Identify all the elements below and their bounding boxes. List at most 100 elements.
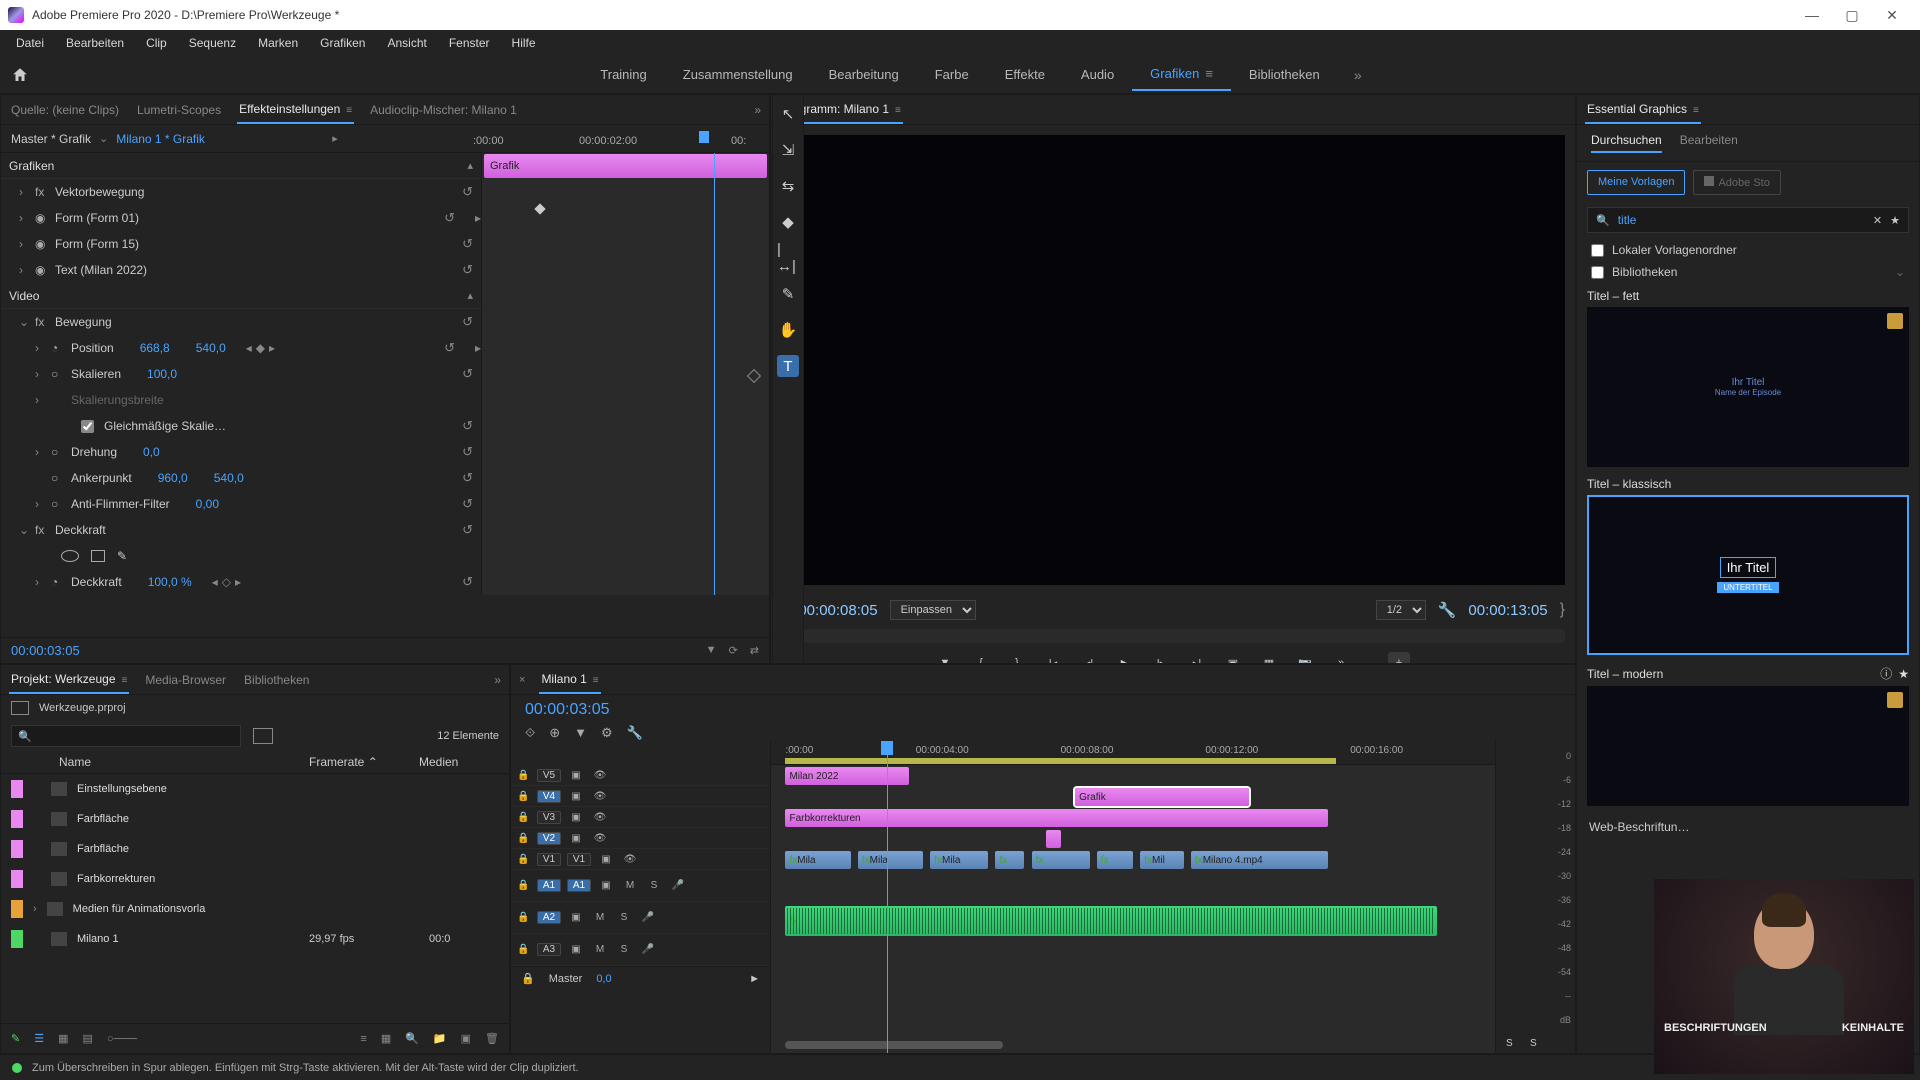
menu-hilfe[interactable]: Hilfe	[502, 32, 546, 54]
lock-icon[interactable]: 🔒	[517, 770, 531, 781]
slip-tool[interactable]: |↔|	[777, 247, 799, 269]
label-color-swatch[interactable]	[11, 840, 23, 858]
label-color-swatch[interactable]	[11, 810, 23, 828]
sort-icon[interactable]: ⌃	[368, 755, 378, 769]
marker-icon[interactable]: ▼	[574, 725, 587, 741]
razor-tool[interactable]: ◆	[777, 211, 799, 233]
track-v2[interactable]: 🔒V2▣👁	[511, 828, 770, 849]
eg-tab-edit[interactable]: Bearbeiten	[1680, 133, 1738, 153]
solo-button[interactable]: S	[645, 880, 663, 891]
ec-playhead-line[interactable]	[714, 153, 715, 595]
bypass-icon[interactable]: ⟳	[729, 644, 738, 657]
col-media[interactable]: Medien	[419, 755, 499, 769]
prop-uniform-scale[interactable]: Gleichmäßige Skalie…↺	[1, 413, 481, 439]
ec-target-label[interactable]: Milano 1 * Grafik	[116, 132, 205, 146]
filter-libraries[interactable]: Bibliotheken⌄	[1591, 265, 1905, 279]
solo-s2[interactable]: S	[1530, 1038, 1537, 1049]
chip-adobe-stock[interactable]: Adobe Sto	[1693, 170, 1780, 195]
prop-anchor[interactable]: ○Ankerpunkt960,0540,0↺	[1, 465, 481, 491]
fx-icon[interactable]: fx	[35, 185, 49, 199]
expand-icon[interactable]: ►	[749, 973, 760, 985]
resolution-select[interactable]: 1/2	[1376, 600, 1426, 620]
collapse-icon[interactable]: ▴	[467, 159, 473, 172]
maximize-button[interactable]: ▢	[1832, 3, 1872, 27]
clip-grafik[interactable]: Grafik	[1075, 788, 1249, 806]
label-color-swatch[interactable]	[11, 930, 23, 948]
prop-rotation[interactable]: ›○Drehung0,0↺	[1, 439, 481, 465]
export-frame-button[interactable]: 📷	[1296, 654, 1314, 664]
clip-v1[interactable]: fx	[1032, 851, 1090, 869]
solo-s1[interactable]: S	[1506, 1038, 1513, 1049]
clip-audio-a2[interactable]: fx	[785, 906, 1437, 936]
eye-icon[interactable]: ◉	[35, 237, 49, 251]
project-item-list[interactable]: EinstellungsebeneFarbflächeFarbflächeFar…	[1, 774, 509, 1023]
freeform-view-icon[interactable]: ▤	[83, 1032, 93, 1045]
workspace-graphics[interactable]: Grafiken≡	[1132, 58, 1231, 91]
menu-marken[interactable]: Marken	[248, 32, 308, 54]
zoom-slider[interactable]: ○───	[107, 1033, 137, 1045]
clip-farbkorrekturen[interactable]: Farbkorrekturen	[785, 809, 1328, 827]
eye-icon[interactable]: 👁	[591, 770, 609, 781]
type-tool[interactable]: T	[777, 355, 799, 377]
track-select-tool[interactable]: ⇲	[777, 139, 799, 161]
info-icon[interactable]: ⓘ	[1880, 665, 1892, 682]
label-color-swatch[interactable]	[11, 870, 23, 888]
rect-mask-icon[interactable]	[91, 550, 105, 562]
tab-project[interactable]: Projekt: Werkzeuge≡	[9, 666, 129, 694]
track-v5[interactable]: 🔒V5▣👁	[511, 765, 770, 786]
template-titel-modern[interactable]: Titel – modernⓘ★	[1587, 665, 1909, 806]
ec-timeline-ruler[interactable]: :00:00 00:00:02:00 00:	[469, 129, 759, 148]
reset-icon[interactable]: ↺	[444, 340, 455, 356]
reset-icon[interactable]: ↺	[462, 418, 473, 434]
prop-flicker[interactable]: ›○Anti-Flimmer-Filter0,00↺	[1, 491, 481, 517]
icon-view-icon[interactable]: ▦	[58, 1032, 68, 1045]
extract-button[interactable]: ▦	[1260, 654, 1278, 664]
program-timecode-out[interactable]: 00:00:13:05	[1468, 602, 1547, 619]
project-item[interactable]: Milano 129,97 fps00:0	[1, 924, 509, 954]
close-button[interactable]: ✕	[1872, 3, 1912, 27]
panel-menu-icon[interactable]: ≡	[895, 105, 901, 116]
goto-out-button[interactable]: ▸|	[1188, 654, 1206, 664]
tab-essential-graphics[interactable]: Essential Graphics≡	[1585, 96, 1701, 124]
reset-icon[interactable]: ↺	[462, 470, 473, 486]
stopwatch-icon[interactable]: ○	[51, 497, 65, 511]
prop-position[interactable]: ›◔Position668,8540,0◂◆▸↺▸	[1, 335, 481, 361]
lift-button[interactable]: ▣	[1224, 654, 1242, 664]
template-titel-fett[interactable]: Titel – fett Ihr TitelName der Episode	[1587, 289, 1909, 467]
keyframe-add-marker[interactable]	[747, 369, 761, 383]
workspace-color[interactable]: Farbe	[917, 59, 987, 90]
program-video-viewport[interactable]	[781, 135, 1565, 585]
workspace-editing[interactable]: Bearbeitung	[811, 59, 917, 90]
chip-my-templates[interactable]: Meine Vorlagen	[1587, 170, 1685, 195]
prop-form15[interactable]: ›◉Form (Form 15)↺	[1, 231, 481, 257]
tab-lumetri[interactable]: Lumetri-Scopes	[135, 97, 223, 123]
section-video[interactable]: Video▴	[1, 283, 481, 309]
menu-bearbeiten[interactable]: Bearbeiten	[56, 32, 134, 54]
reset-icon[interactable]: ↺	[462, 184, 473, 200]
prop-motion[interactable]: ⌄fxBewegung↺	[1, 309, 481, 335]
reset-icon[interactable]: ↺	[462, 522, 473, 538]
ec-graphic-clip[interactable]: Grafik	[484, 154, 767, 178]
timeline-timecode[interactable]: 00:00:03:05	[511, 695, 624, 725]
program-timecode-in[interactable]: 00:00:08:05	[798, 602, 877, 619]
menu-ansicht[interactable]: Ansicht	[377, 32, 436, 54]
ec-footer-timecode[interactable]: 00:00:03:05	[11, 643, 80, 658]
project-item[interactable]: ›Medien für Animationsvorla	[1, 894, 509, 924]
list-view-icon[interactable]: ☰	[34, 1032, 44, 1045]
close-sequence-icon[interactable]: ×	[519, 674, 525, 686]
track-a3[interactable]: 🔒A3▣MS🎤	[511, 934, 770, 966]
pen-tool[interactable]: ✎	[777, 283, 799, 305]
prop-opacity-masks[interactable]: ✎	[1, 543, 481, 569]
project-search[interactable]: 🔍	[11, 725, 241, 747]
eye-icon[interactable]: ◉	[35, 263, 49, 277]
label-color-swatch[interactable]	[11, 780, 23, 798]
track-v3[interactable]: 🔒V3▣👁	[511, 807, 770, 828]
keyframe-marker[interactable]	[534, 203, 545, 214]
workspace-menu-icon[interactable]: ≡	[1205, 66, 1213, 81]
clip-v1[interactable]: fx	[995, 851, 1024, 869]
clip-v1[interactable]: fx	[1097, 851, 1133, 869]
tab-media-browser[interactable]: Media-Browser	[143, 667, 228, 693]
filter-local-folder[interactable]: Lokaler Vorlagenordner	[1591, 243, 1905, 257]
effect-controls-timeline[interactable]: Grafik	[481, 153, 769, 595]
fx-icon[interactable]: fx	[35, 523, 49, 537]
